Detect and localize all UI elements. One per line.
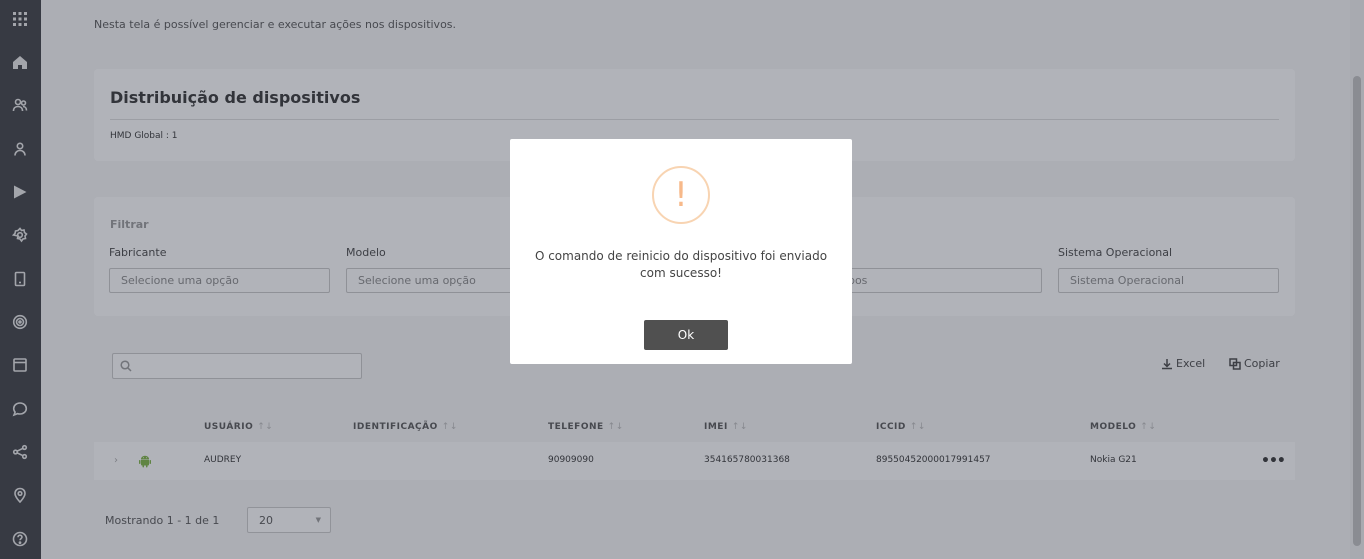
alert-message: O comando de reinicio do dispositivo foi… <box>534 249 828 280</box>
ok-button[interactable]: Ok <box>644 320 728 350</box>
warning-icon: ! <box>652 166 710 224</box>
warning-glyph: ! <box>674 175 688 215</box>
alert-dialog: ! O comando de reinicio do dispositivo f… <box>510 139 852 364</box>
